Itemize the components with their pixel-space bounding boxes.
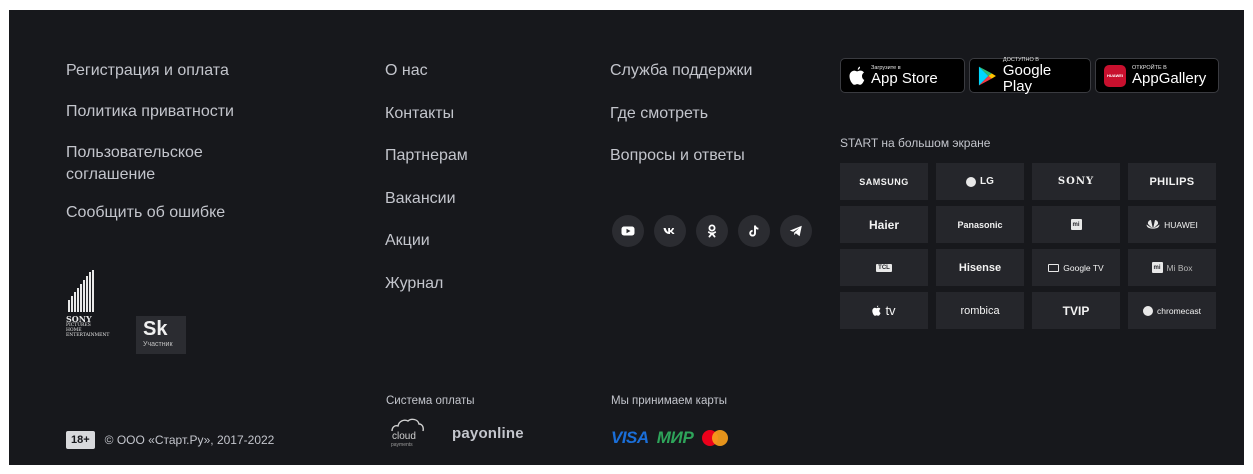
- footer-column-support: Служба поддержки Где смотреть Вопросы и …: [610, 60, 810, 188]
- link-user-agreement[interactable]: Пользовательское соглашение: [66, 142, 241, 186]
- brand-xiaomi[interactable]: mi: [1032, 206, 1120, 243]
- tv-outline-icon: [1048, 263, 1060, 272]
- copyright-text: © ООО «Старт.Ру», 2017-2022: [104, 433, 275, 447]
- site-footer: Регистрация и оплата Политика приватност…: [9, 10, 1244, 465]
- chromecast-icon: [1143, 305, 1154, 316]
- brand-philips[interactable]: PHILIPS: [1128, 163, 1216, 200]
- odnoklassniki-icon[interactable]: [696, 215, 728, 247]
- sony-bars-icon: [68, 270, 108, 312]
- brand-chromecast[interactable]: chromecast: [1128, 292, 1216, 329]
- brand-rombica[interactable]: rombica: [936, 292, 1024, 329]
- link-journal[interactable]: Журнал: [385, 273, 565, 295]
- age-rating-badge: 18+: [66, 431, 95, 449]
- youtube-icon[interactable]: [612, 215, 644, 247]
- google-play-button[interactable]: ДОСТУПНО В Google Play: [969, 56, 1091, 95]
- brand-mi-box[interactable]: mi Mi Box: [1128, 249, 1216, 286]
- lg-logo-icon: [966, 176, 977, 187]
- google-play-icon: [978, 66, 996, 85]
- google-play-text: ДОСТУПНО В Google Play: [1002, 56, 1052, 95]
- link-vacancies[interactable]: Вакансии: [385, 188, 565, 210]
- link-privacy-policy[interactable]: Политика приватности: [66, 101, 306, 123]
- apple-icon: [872, 305, 882, 316]
- brand-panasonic[interactable]: Panasonic: [936, 206, 1024, 243]
- brand-huawei[interactable]: HUAWEI: [1128, 206, 1216, 243]
- skolkovo-badge: Sk Участник: [136, 316, 186, 354]
- cloudpayments-logo: cloud payments: [386, 418, 430, 448]
- link-registration-payment[interactable]: Регистрация и оплата: [66, 60, 306, 82]
- vk-icon[interactable]: [654, 215, 686, 247]
- partner-logos: SONY PICTURES HOME ENTERTAINMENT Sk Учас…: [66, 270, 186, 354]
- footer-column-company: О нас Контакты Партнерам Вакансии Акции …: [385, 60, 565, 315]
- app-gallery-button[interactable]: HUAWEI ОТКРОЙТЕ В AppGallery: [1095, 58, 1219, 93]
- visa-logo: VISA: [611, 428, 649, 447]
- brand-tvip[interactable]: TVIP: [1032, 292, 1120, 329]
- link-partners[interactable]: Партнерам: [385, 145, 565, 167]
- huawei-logo-icon: [1146, 220, 1160, 229]
- mastercard-icon: [701, 430, 728, 446]
- link-where-to-watch[interactable]: Где смотреть: [610, 103, 810, 125]
- link-about[interactable]: О нас: [385, 60, 565, 82]
- mi-logo-icon: mi: [1151, 262, 1163, 273]
- link-promotions[interactable]: Акции: [385, 230, 565, 252]
- big-screen-title: START на большом экране: [840, 136, 991, 150]
- brand-samsung[interactable]: SAMSUNG: [840, 163, 928, 200]
- payonline-logo: payonline: [452, 424, 524, 442]
- telegram-icon[interactable]: [780, 215, 812, 247]
- brand-tcl[interactable]: TCL: [840, 249, 928, 286]
- brand-sony[interactable]: SONY: [1032, 163, 1120, 200]
- brand-hisense[interactable]: Hisense: [936, 249, 1024, 286]
- brand-haier[interactable]: Haier: [840, 206, 928, 243]
- huawei-appgallery-icon: HUAWEI: [1104, 64, 1126, 87]
- card-logos: VISA МИР: [611, 428, 728, 448]
- link-report-error[interactable]: Сообщить об ошибке: [66, 202, 306, 224]
- legal-row: 18+ © ООО «Старт.Ру», 2017-2022: [66, 431, 274, 449]
- sony-logo-text: SONY PICTURES HOME ENTERTAINMENT: [66, 314, 110, 338]
- payment-system-title: Система оплаты: [386, 395, 475, 407]
- app-store-badges: Загрузите в App Store ДОСТУПНО В Google …: [840, 56, 1219, 95]
- cards-title: Мы принимаем карты: [611, 395, 728, 407]
- sony-pictures-logo: SONY PICTURES HOME ENTERTAINMENT: [66, 270, 124, 354]
- tv-brand-grid: SAMSUNG LG SONY PHILIPS Haier Panasonic …: [840, 163, 1216, 329]
- tiktok-icon[interactable]: [738, 215, 770, 247]
- app-store-text: Загрузите в App Store: [871, 64, 938, 87]
- link-contacts[interactable]: Контакты: [385, 103, 565, 125]
- footer-column-account: Регистрация и оплата Политика приватност…: [66, 60, 306, 243]
- link-support-service[interactable]: Служба поддержки: [610, 60, 810, 82]
- brand-google-tv[interactable]: Google TV: [1032, 249, 1120, 286]
- app-gallery-text: ОТКРОЙТЕ В AppGallery: [1132, 64, 1207, 87]
- app-store-button[interactable]: Загрузите в App Store: [840, 58, 965, 93]
- brand-lg[interactable]: LG: [936, 163, 1024, 200]
- mi-logo-icon: mi: [1070, 219, 1082, 230]
- payment-system-logos: cloud payments payonline: [386, 418, 524, 448]
- social-links: [612, 215, 812, 247]
- brand-apple-tv[interactable]: tv: [840, 292, 928, 329]
- apple-icon: [849, 66, 865, 85]
- link-faq[interactable]: Вопросы и ответы: [610, 145, 810, 167]
- mir-logo: МИР: [656, 428, 694, 447]
